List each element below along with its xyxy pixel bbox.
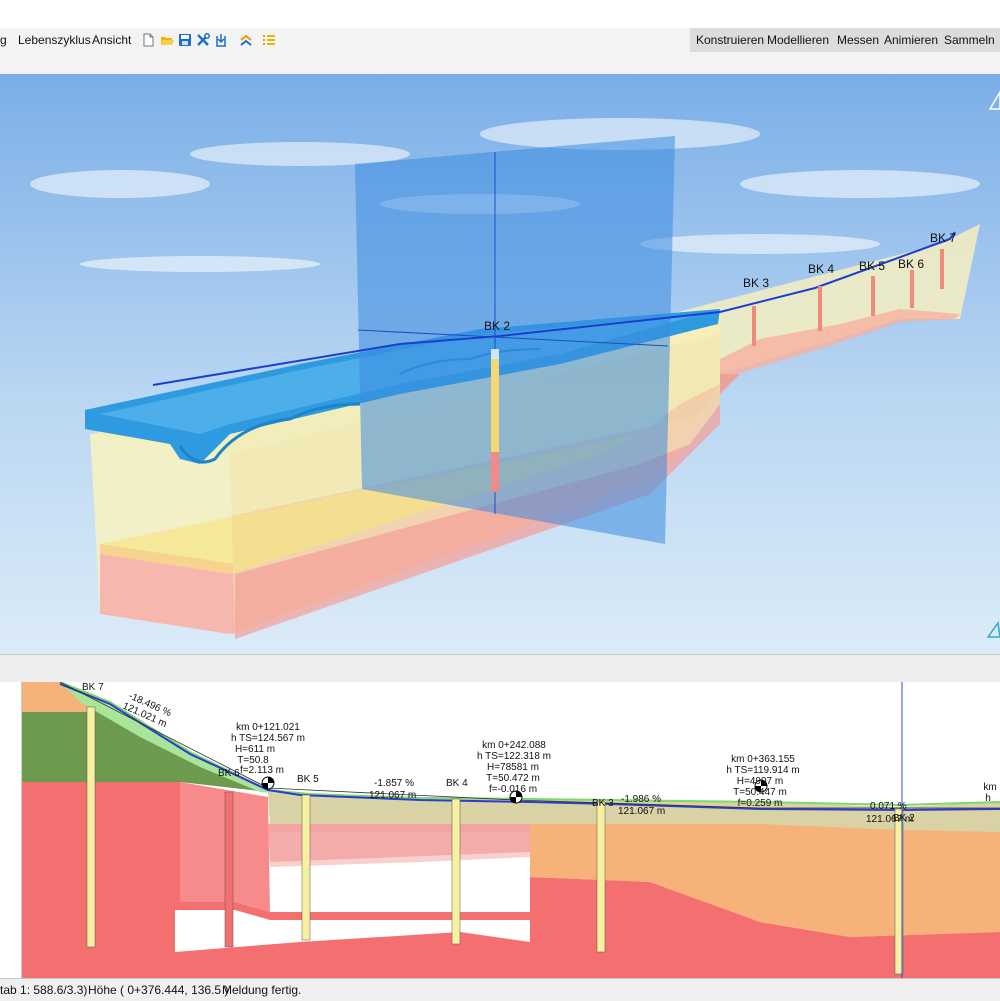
toolbar-spacer: [0, 54, 1000, 74]
open-folder-icon[interactable]: [160, 33, 174, 47]
tab-messen[interactable]: Messen: [837, 33, 879, 47]
section-label-bk5: BK 5: [297, 774, 319, 785]
station-1-h: H=611 m: [235, 744, 275, 755]
label-bk7: BK 7: [930, 231, 956, 245]
grade-4-percent: 0.071 %: [870, 801, 907, 812]
station-1-ts: h TS=124.567 m: [231, 733, 305, 744]
menu-item-partial[interactable]: g: [0, 33, 7, 47]
section-drawing[interactable]: BK 7 BK 6 BK 5 BK 4 BK 3 BK 2 -18.496 % …: [0, 682, 1000, 978]
status-height: Höhe ( 0+376.444, 136.5 ): [88, 983, 229, 997]
grade-2-percent: -1.857 %: [374, 778, 414, 789]
station-2-t: T=50.472 m: [486, 773, 540, 784]
station-3-h: H=4907 m: [737, 776, 783, 787]
borehole-bk2[interactable]: [491, 349, 499, 492]
status-bar: tab 1: 588.6/3.3) Höhe ( 0+376.444, 136.…: [0, 978, 1000, 1001]
new-file-icon[interactable]: [141, 33, 155, 47]
3d-scene[interactable]: BK 2 BK 3 BK 4 BK 5 BK 6 BK 7: [0, 74, 1000, 654]
tab-konstruieren[interactable]: Konstruieren: [696, 33, 764, 47]
longitudinal-section-view[interactable]: BK 7 BK 6 BK 5 BK 4 BK 3 BK 2 -18.496 % …: [0, 682, 1000, 978]
label-bk3: BK 3: [743, 276, 769, 290]
menu-item-ansicht[interactable]: Ansicht: [92, 33, 131, 47]
station-3-f: f=0.259 m: [738, 798, 783, 809]
tab-animieren[interactable]: Animieren: [884, 33, 938, 47]
station-4-ts: h: [985, 793, 991, 804]
3d-viewport[interactable]: BK 2 BK 3 BK 4 BK 5 BK 6 BK 7: [0, 74, 1000, 654]
tab-sammeln[interactable]: Sammeln: [944, 33, 995, 47]
chevrons-up-icon[interactable]: [239, 33, 253, 47]
station-1-f: f=2.113 m: [240, 765, 284, 776]
grade-2-length: 121.067 m: [369, 790, 416, 801]
station-2-f: f=-0.016 m: [489, 784, 537, 795]
section-label-bk6: BK 6: [218, 768, 240, 779]
station-3-km: km 0+363.155: [731, 754, 795, 765]
label-bk5: BK 5: [859, 259, 885, 273]
grade-3-percent: -1.986 %: [621, 794, 661, 805]
station-2-ts: h TS=122.318 m: [477, 751, 551, 762]
tab-modellieren[interactable]: Modellieren: [767, 33, 829, 47]
ribbon-tab-bar: Konstruieren Modellieren Messen Animiere…: [690, 28, 1000, 52]
grade-4-length: 121.067 m: [866, 814, 913, 825]
section-label-bk3: BK 3: [592, 798, 614, 809]
tools-icon[interactable]: [196, 33, 210, 47]
menu-item-lebenszyklus[interactable]: Lebenszyklus: [18, 33, 91, 47]
station-2-h: H=78581 m: [487, 762, 539, 773]
station-1-km: km 0+121.021: [236, 722, 300, 733]
import-icon[interactable]: [214, 33, 228, 47]
section-plane[interactable]: [355, 136, 675, 544]
label-bk4: BK 4: [808, 262, 834, 276]
status-scale: tab 1: 588.6/3.3): [0, 983, 88, 997]
station-4-km: km: [983, 782, 996, 793]
station-3-ts: h TS=119.914 m: [726, 765, 799, 776]
section-label-bk7: BK 7: [82, 682, 104, 693]
list-icon[interactable]: [262, 33, 276, 47]
save-icon[interactable]: [178, 33, 192, 47]
status-message: Meldung fertig.: [222, 983, 302, 997]
window-title-bar: [0, 0, 1000, 29]
station-3-t: T=50.447 m: [733, 787, 787, 798]
label-bk6: BK 6: [898, 257, 924, 271]
grade-3-length: 121.067 m: [618, 806, 665, 817]
station-2-km: km 0+242.088: [482, 740, 546, 751]
section-label-bk4: BK 4: [446, 778, 468, 789]
view-splitter[interactable]: [0, 654, 1000, 683]
label-bk2: BK 2: [484, 319, 510, 333]
